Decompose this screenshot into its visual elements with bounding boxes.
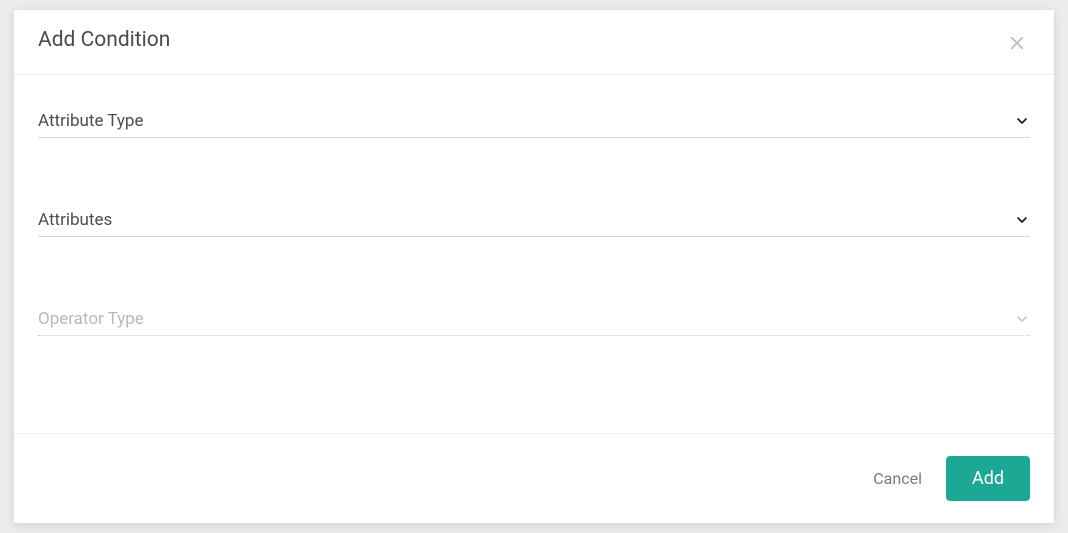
attribute-type-select[interactable]: Attribute Type (38, 111, 1030, 138)
attribute-type-label: Attribute Type (38, 111, 144, 131)
close-icon[interactable] (1004, 30, 1030, 56)
modal-title: Add Condition (38, 28, 170, 52)
modal-header: Add Condition (14, 10, 1054, 75)
operator-type-label: Operator Type (38, 309, 144, 329)
attributes-label: Attributes (38, 210, 112, 230)
modal-footer: Cancel Add (14, 433, 1054, 523)
chevron-down-icon (1014, 113, 1030, 129)
cancel-button[interactable]: Cancel (873, 469, 922, 488)
operator-type-select: Operator Type (38, 309, 1030, 336)
attributes-select[interactable]: Attributes (38, 210, 1030, 237)
modal-body: Attribute Type Attributes Operator Type (14, 75, 1054, 433)
chevron-down-icon (1014, 212, 1030, 228)
add-button[interactable]: Add (946, 456, 1030, 501)
add-condition-modal: Add Condition Attribute Type Attributes (14, 10, 1054, 523)
chevron-down-icon (1014, 311, 1030, 327)
